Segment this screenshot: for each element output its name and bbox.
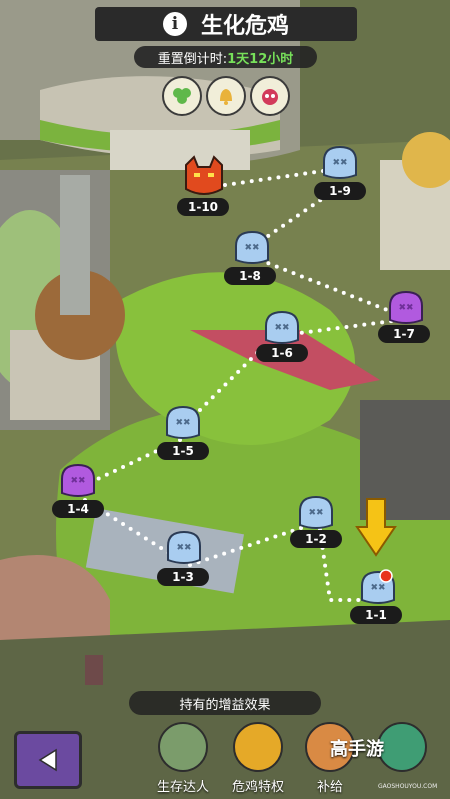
reset-countdown: 重置倒计时: 1天12小时 bbox=[134, 46, 317, 68]
green-mascot-icon bbox=[377, 722, 427, 772]
reset-value: 1天12小时 bbox=[227, 51, 294, 67]
stage-node-blue[interactable]: ✖✖ bbox=[296, 495, 336, 535]
stage-id: 1-10 bbox=[187, 200, 219, 214]
svg-text:✖✖: ✖✖ bbox=[175, 418, 190, 428]
stage-node-boss[interactable] bbox=[180, 155, 228, 203]
stage-label: 1-10 bbox=[177, 198, 229, 216]
svg-text:✖✖: ✖✖ bbox=[398, 303, 413, 313]
buff-item[interactable]: 危鸡特权 bbox=[230, 722, 286, 795]
stage-label: 1-9 bbox=[314, 182, 366, 200]
stage-id: 1-9 bbox=[329, 184, 351, 198]
svg-text:✖✖: ✖✖ bbox=[244, 243, 259, 253]
stage-label: 1-3 bbox=[157, 568, 209, 586]
stage-label: 1-6 bbox=[256, 344, 308, 362]
zombie-chicken-icon bbox=[158, 722, 208, 772]
notification-dot-icon bbox=[378, 568, 394, 588]
buffs-header-text: 持有的增益效果 bbox=[179, 697, 271, 713]
bell-icon[interactable] bbox=[206, 76, 246, 116]
level-title-bar: i 生化危鸡 bbox=[95, 7, 357, 41]
watermark: 高手游 bbox=[330, 735, 384, 761]
stage-label: 1-1 bbox=[350, 606, 402, 624]
buff-label: 生存达人 bbox=[156, 780, 209, 795]
stage-label: 1-5 bbox=[157, 442, 209, 460]
stage-label: 1-8 bbox=[224, 267, 276, 285]
buffs-header: 持有的增益效果 bbox=[129, 691, 321, 715]
svg-text:✖✖: ✖✖ bbox=[274, 323, 289, 333]
stage-node-blue[interactable]: ✖✖ bbox=[320, 145, 360, 185]
buff-label: 危鸡特权 bbox=[231, 780, 284, 795]
stage-id: 1-3 bbox=[172, 570, 194, 584]
svg-text:✖✖: ✖✖ bbox=[176, 543, 191, 553]
stage-id: 1-8 bbox=[239, 269, 261, 283]
watermark-text: 高手游 bbox=[330, 739, 384, 760]
stage-node-purple[interactable]: ✖✖ bbox=[386, 290, 426, 330]
clover-icon[interactable] bbox=[162, 76, 202, 116]
map-background bbox=[0, 0, 450, 799]
stage-id: 1-5 bbox=[172, 444, 194, 458]
stage-id: 1-1 bbox=[365, 608, 387, 622]
svg-text:✖✖: ✖✖ bbox=[308, 508, 323, 518]
level-title: 生化危鸡 bbox=[200, 14, 289, 39]
monster-head-icon[interactable] bbox=[250, 76, 290, 116]
stage-id: 1-4 bbox=[67, 502, 89, 516]
stage-node-blue[interactable]: ✖✖ bbox=[164, 530, 204, 570]
reset-label: 重置倒计时: bbox=[157, 51, 228, 67]
back-arrow-icon bbox=[38, 748, 57, 772]
buff-item[interactable]: 生存达人 bbox=[155, 722, 211, 795]
svg-text:✖✖: ✖✖ bbox=[332, 158, 347, 168]
stage-id: 1-6 bbox=[271, 346, 293, 360]
stage-node-blue[interactable]: ✖✖ bbox=[163, 405, 203, 445]
stage-id: 1-2 bbox=[305, 532, 327, 546]
stage-label: 1-2 bbox=[290, 530, 342, 548]
buff-label: 补给 bbox=[316, 780, 343, 795]
info-icon[interactable]: i bbox=[162, 12, 187, 36]
stage-label: 1-4 bbox=[52, 500, 104, 518]
back-button[interactable] bbox=[14, 731, 82, 789]
watermark-sub: GAOSHOUYOU.COM bbox=[378, 783, 437, 790]
watermark-sub-text: GAOSHOUYOU.COM bbox=[378, 783, 438, 790]
svg-text:✖✖: ✖✖ bbox=[70, 476, 85, 486]
current-stage-arrow-icon bbox=[355, 497, 397, 563]
stage-node-purple[interactable]: ✖✖ bbox=[58, 463, 98, 503]
gold-card-icon bbox=[233, 722, 283, 772]
stage-label: 1-7 bbox=[378, 325, 430, 343]
stage-id: 1-7 bbox=[393, 327, 415, 341]
stage-node-blue[interactable]: ✖✖ bbox=[232, 230, 272, 270]
